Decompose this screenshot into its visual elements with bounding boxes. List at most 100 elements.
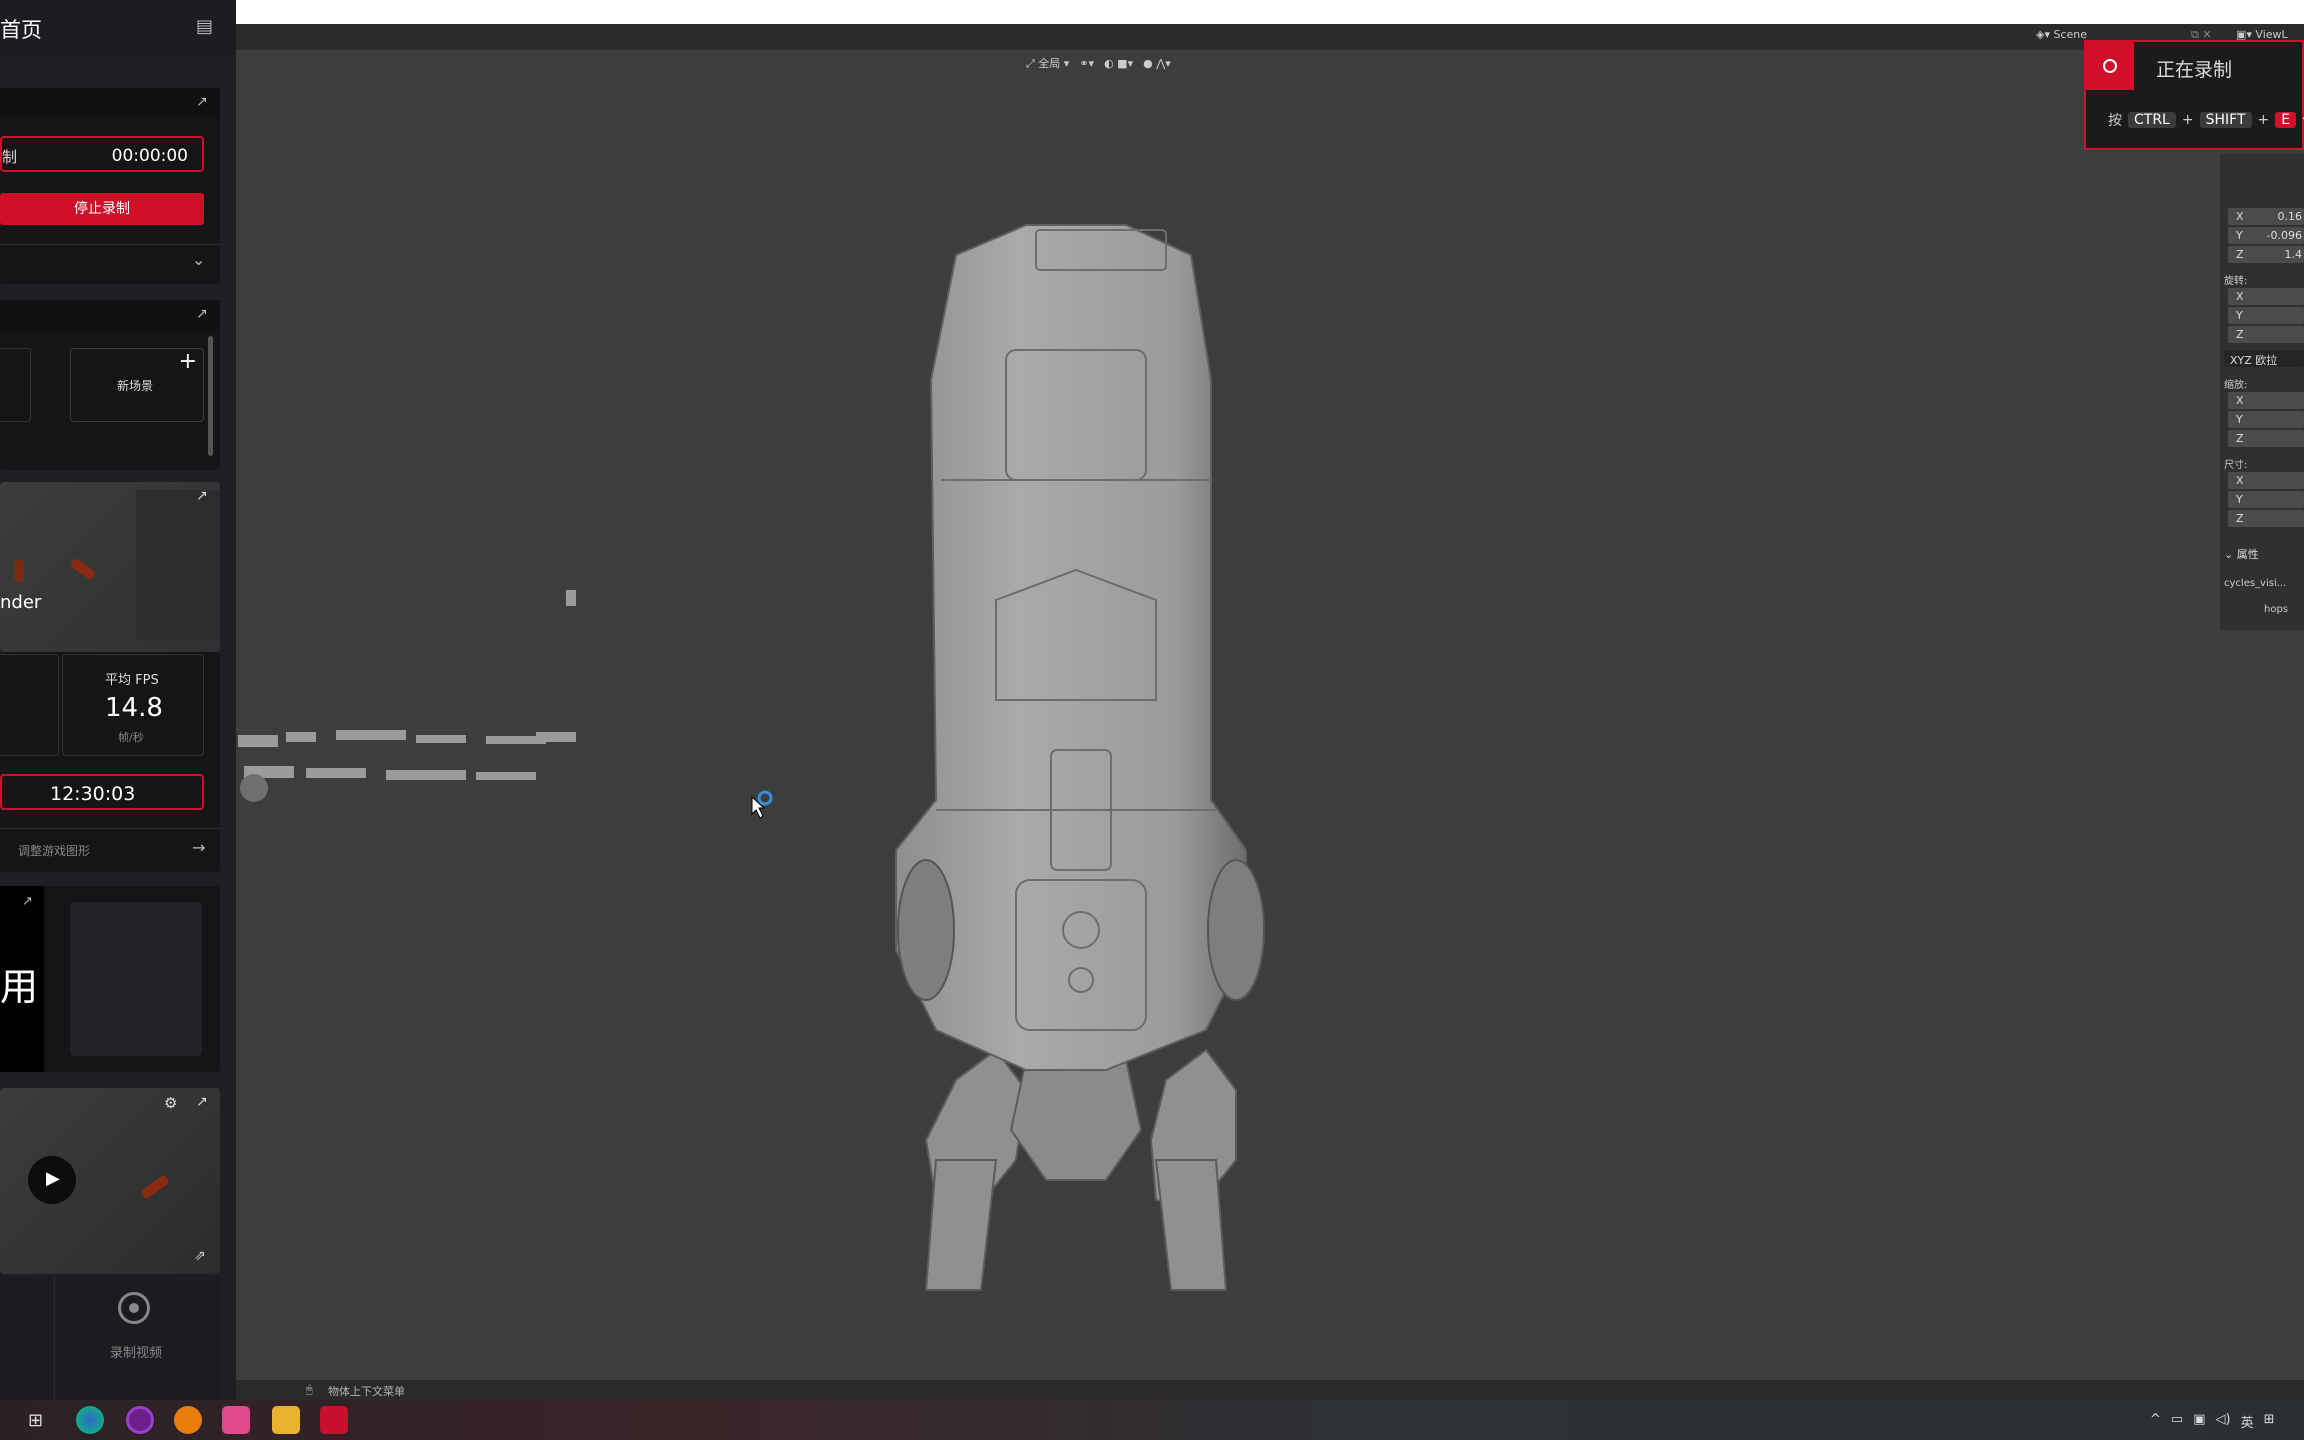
key-e: E (2275, 112, 2297, 128)
expand-icon[interactable]: ↗ (196, 94, 208, 110)
fps-value: 14.8 (105, 693, 163, 723)
app-card[interactable]: ↗ nder (0, 482, 220, 652)
amd-icon[interactable] (320, 1406, 348, 1434)
key-ctrl: CTRL (2128, 112, 2176, 128)
edge-icon[interactable] (76, 1406, 104, 1434)
arrow-right-icon[interactable]: → (192, 838, 205, 857)
keyboard-icon[interactable]: ⊞ (2264, 1412, 2275, 1431)
recording-overlay: 正在录制 按 CTRL + SHIFT + E 停 (2084, 40, 2304, 150)
scale-z[interactable]: Z (2228, 430, 2304, 447)
key-shift: SHIFT (2199, 112, 2252, 128)
rotation-y[interactable]: Y (2228, 307, 2304, 324)
scene-thumbnail[interactable] (0, 348, 31, 422)
widget-tile[interactable]: 用 (0, 886, 44, 1072)
gear-icon[interactable]: ⚙ (164, 1094, 177, 1112)
mouse-icon: 🖱 (306, 1383, 313, 1396)
dimensions-x[interactable]: X (2228, 472, 2304, 489)
dimensions-y[interactable]: Y (2228, 491, 2304, 508)
chevron-down-icon[interactable]: ⌄ (192, 250, 205, 269)
recording-card-header (0, 88, 220, 118)
fps-label: 平均 FPS (105, 673, 159, 688)
tune-graphics-link[interactable]: 调整游戏图形 (18, 842, 90, 859)
busy-cursor-icon (757, 790, 773, 806)
play-icon: ▶ (46, 1168, 60, 1189)
divider (0, 828, 220, 829)
volume-icon[interactable]: ◁) (2216, 1412, 2231, 1431)
plus-icon: + (178, 349, 197, 374)
rotation-x[interactable]: X (2228, 288, 2304, 305)
blender-icon[interactable] (174, 1406, 202, 1434)
scrollbar[interactable] (208, 336, 213, 456)
stat-tile (0, 654, 59, 756)
expand-icon[interactable]: ↗ (22, 894, 33, 909)
attributes-section[interactable]: ⌄ 属性 (2224, 546, 2259, 562)
monitor-icon[interactable]: ▣ (2193, 1412, 2205, 1431)
robot-model (238, 224, 1265, 1291)
location-z[interactable]: Z 1.4 (2228, 246, 2304, 263)
chevron-down-icon: ⌄ (2224, 548, 2237, 561)
page-title: 首页 (0, 18, 42, 42)
rotation-label: 旋转: (2224, 276, 2248, 287)
expand-icon[interactable]: ↗ (196, 488, 208, 504)
chevron-up-icon[interactable]: ^ (2150, 1412, 2161, 1431)
blender-header: ◈▾ Scene ⧉ ✕ ▣▾ ViewL (236, 24, 2304, 50)
model-thumb (14, 560, 24, 582)
gallery-icon[interactable] (222, 1406, 250, 1434)
task-view-icon[interactable]: ⊞ (28, 1410, 43, 1431)
record-dot (129, 1303, 139, 1313)
ime-indicator[interactable]: 英 (2241, 1412, 2254, 1431)
record-video-icon[interactable] (118, 1292, 150, 1324)
quick-actions: 录制视频 (0, 1276, 220, 1400)
play-button[interactable]: ▶ (28, 1156, 76, 1204)
scenes-card-header (0, 300, 220, 330)
scale-y[interactable]: Y (2228, 411, 2304, 428)
properties-panel: X 0.16 Y -0.096 Z 1.4 旋转: X Y Z XYZ 欧拉 缩… (2220, 154, 2304, 630)
divider (0, 244, 220, 245)
scenes-card: ↗ + 新场景 (0, 300, 220, 470)
scale-label: 缩放: (2224, 380, 2248, 391)
fps-card: 平均 FPS 14.8 帧/秒 12:30:03 调整游戏图形 → (0, 652, 220, 872)
status-bar: 🖱 物体上下文菜单 (236, 1380, 2304, 1400)
recording-timer: 制 00:00:00 (0, 136, 204, 172)
obs-icon[interactable] (126, 1406, 154, 1434)
attr-cycles-visibility: cycles_visi... (2224, 578, 2287, 589)
stop-recording-button[interactable]: 停止录制 (0, 193, 204, 225)
widget-placeholder[interactable] (70, 902, 202, 1056)
layout-toggle-icon[interactable]: ▤ (196, 16, 213, 37)
dimensions-z[interactable]: Z (2228, 510, 2304, 527)
app-name: nder (0, 592, 42, 613)
file-explorer-icon[interactable] (272, 1406, 300, 1434)
fps-unit: 帧/秒 (118, 731, 144, 744)
record-icon (2103, 59, 2117, 73)
video-card[interactable]: ⚙ ↗ ▶ ⇗ (0, 1088, 220, 1274)
scene-icon: ◈▾ (2036, 28, 2054, 41)
scale-x[interactable]: X (2228, 392, 2304, 409)
recording-title: 正在录制 (2156, 59, 2233, 81)
expand-icon[interactable]: ↗ (196, 1094, 208, 1110)
network-icon[interactable]: ▭ (2171, 1412, 2183, 1431)
title-bar (0, 0, 2304, 24)
panel-header: 首页 ▤ (0, 0, 236, 54)
widget-card: 用 ↗ (0, 886, 220, 1072)
fps-tile: 平均 FPS 14.8 帧/秒 (62, 654, 204, 756)
location-y[interactable]: Y -0.096 (2228, 227, 2304, 244)
widget-glyph: 用 (0, 965, 39, 1009)
expand-icon[interactable]: ↗ (196, 306, 208, 322)
location-x[interactable]: X 0.16 (2228, 208, 2304, 225)
share-icon[interactable]: ⇗ (194, 1248, 206, 1264)
scene-selector[interactable]: ◈▾ Scene (2036, 28, 2087, 41)
record-video-label[interactable]: 录制视频 (110, 1342, 162, 1361)
rotation-mode-dropdown[interactable]: XYZ 欧拉 (2224, 350, 2304, 367)
amd-side-panel: 首页 ▤ ↗ 制 00:00:00 停止录制 ⌄ ↗ + 新场景 ↗ nder (0, 0, 236, 1400)
attr-hops: hops (2264, 604, 2289, 615)
recording-card: ↗ 制 00:00:00 停止录制 ⌄ (0, 88, 220, 284)
session-clock: 12:30:03 (0, 774, 204, 810)
3d-viewport[interactable]: ⤢ 全局 ▾ ⚭▾ ◐ ■▾ ● ⋀▾ X 0.16 Y -0.096 Z 1.… (236, 50, 2304, 1380)
stop-hotkey-hint: 按 CTRL + SHIFT + E 停 (2108, 110, 2304, 130)
system-tray: ^ ▭ ▣ ◁) 英 ⊞ (2150, 1412, 2275, 1431)
status-text: 物体上下文菜单 (328, 1385, 405, 1398)
taskbar: ⊞ ^ ▭ ▣ ◁) 英 ⊞ (0, 1400, 2304, 1440)
divider (54, 1276, 55, 1400)
new-scene-button[interactable]: + 新场景 (70, 348, 204, 422)
rotation-z[interactable]: Z (2228, 326, 2304, 343)
